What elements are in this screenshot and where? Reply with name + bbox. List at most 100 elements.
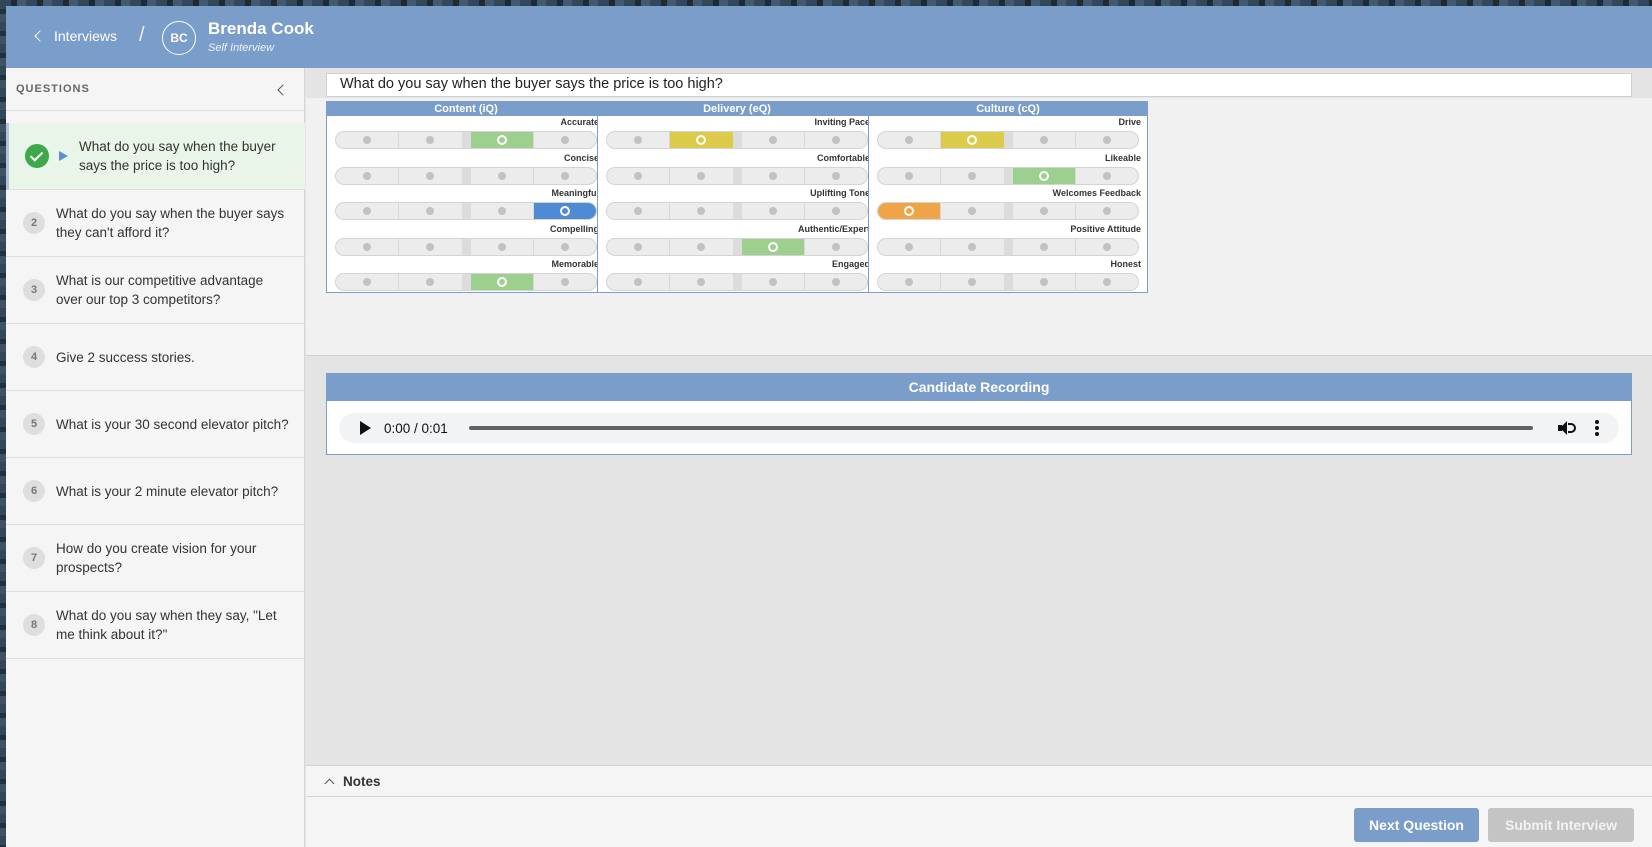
rating-option-3[interactable] [742,132,805,148]
rating-option-2[interactable] [670,274,742,290]
rating-option-2[interactable] [399,274,471,290]
rating-dot [968,242,977,251]
rating-option-1[interactable] [607,132,671,148]
question-item[interactable]: 5 What is your 30 second elevator pitch? [6,391,305,458]
question-item[interactable]: 3 What is our competitive advantage over … [6,257,305,324]
panel-title: Culture (cQ) [869,102,1147,116]
rating-option-1[interactable] [607,167,671,184]
back-to-interviews-link[interactable]: Interviews [34,28,117,44]
rating-option-1[interactable] [336,274,400,290]
rating-option-3[interactable] [1013,203,1076,219]
rating-option-3[interactable] [1013,132,1076,148]
rating-option-4[interactable] [805,274,867,290]
rating-option-4[interactable] [534,132,596,148]
rating-option-1[interactable] [878,238,942,255]
rating-option-4[interactable] [534,239,596,255]
rating-option-4[interactable] [805,203,867,219]
rating-option-3[interactable] [471,167,534,184]
rating-option-3[interactable] [470,274,534,290]
rating-dot [967,135,978,145]
rating-slider [877,202,1139,220]
rating-option-3[interactable] [742,203,805,219]
rating-option-2[interactable] [670,132,742,148]
rating-option-1[interactable] [336,238,400,255]
question-text: Give 2 success stories. [56,349,195,365]
rating-option-2[interactable] [941,203,1013,219]
rating-option-1[interactable] [336,167,400,184]
rating-option-3[interactable] [471,203,534,219]
question-number: 4 [23,346,45,368]
volume-icon[interactable] [1558,420,1576,436]
rating-option-2[interactable] [399,167,471,184]
rating-dot [426,136,435,144]
rating-option-4[interactable] [805,168,867,184]
rating-option-3[interactable] [742,274,805,290]
rating-option-1[interactable] [607,274,671,290]
rating-option-2[interactable] [941,132,1013,148]
metric-label: Welcomes Feedback [1052,188,1141,198]
rating-option-3[interactable] [470,132,534,148]
metric-label: Uplifting Tone [810,188,870,198]
rating-option-2[interactable] [399,132,471,148]
more-options-icon[interactable] [1595,420,1599,436]
rating-option-4[interactable] [1076,239,1138,255]
question-item[interactable]: 8 What do you say when they say, "Let me … [6,592,305,659]
notes-toggle[interactable]: Notes [306,765,1652,797]
question-text: How do you create vision for your prospe… [56,541,257,575]
rating-slider [606,202,868,220]
rating-option-4[interactable] [534,274,596,290]
rating-option-3[interactable] [741,238,805,255]
rating-dot [634,278,643,286]
rating-dot [1102,171,1111,180]
rating-option-2[interactable] [941,274,1013,290]
rating-slider [606,166,868,185]
rating-option-3[interactable] [1013,274,1076,290]
rating-option-1[interactable] [336,132,400,148]
rating-option-1[interactable] [336,203,400,219]
metric-label: Accurate [560,117,599,127]
metric-row: Authentic/Expert [598,223,876,259]
rating-dot [768,278,777,286]
rating-option-4[interactable] [805,132,867,148]
rating-option-2[interactable] [670,203,742,219]
rating-option-1[interactable] [878,132,942,148]
rating-option-3[interactable] [742,167,805,184]
submit-interview-button[interactable]: Submit Interview [1488,808,1634,842]
panel-title: Content (iQ) [327,102,605,116]
rating-option-1[interactable] [607,238,671,255]
rating-option-4[interactable] [1076,203,1138,219]
rating-option-3[interactable] [471,238,534,255]
rating-option-1[interactable] [878,203,942,219]
rating-option-2[interactable] [670,238,742,255]
rating-option-3[interactable] [1013,238,1076,255]
rating-option-2[interactable] [941,238,1013,255]
rating-option-1[interactable] [878,274,942,290]
question-item[interactable]: 2 What do you say when the buyer says the… [6,190,305,257]
rating-dot [968,278,977,286]
candidate-recording-panel: Candidate Recording 0:00 / 0:01 [326,373,1632,455]
rating-option-4[interactable] [1076,132,1138,148]
question-item[interactable]: 7 How do you create vision for your prosp… [6,525,305,592]
rating-option-4[interactable] [805,239,867,255]
rating-option-2[interactable] [941,167,1013,184]
play-icon[interactable] [360,421,371,435]
rating-option-4[interactable] [1076,274,1138,290]
question-item[interactable]: What do you say when the buyer says the … [6,123,305,190]
question-item[interactable]: 4 Give 2 success stories. [6,324,305,391]
rating-option-3[interactable] [1012,167,1076,184]
rating-option-2[interactable] [670,167,742,184]
rating-option-1[interactable] [607,203,671,219]
rating-option-4[interactable] [534,168,596,184]
rating-option-2[interactable] [399,238,471,255]
rating-option-4[interactable] [533,203,596,219]
audio-progress-bar[interactable] [469,426,1533,430]
question-item[interactable]: 6 What is your 2 minute elevator pitch? [6,458,305,525]
rating-option-1[interactable] [878,167,942,184]
rating-dot [904,206,915,216]
collapse-sidebar-icon[interactable] [276,85,286,95]
rating-option-2[interactable] [399,203,471,219]
rating-option-4[interactable] [1076,168,1138,184]
metric-label: Inviting Pace [814,117,870,127]
rating-dot [1102,136,1111,144]
next-question-button[interactable]: Next Question [1354,808,1479,842]
